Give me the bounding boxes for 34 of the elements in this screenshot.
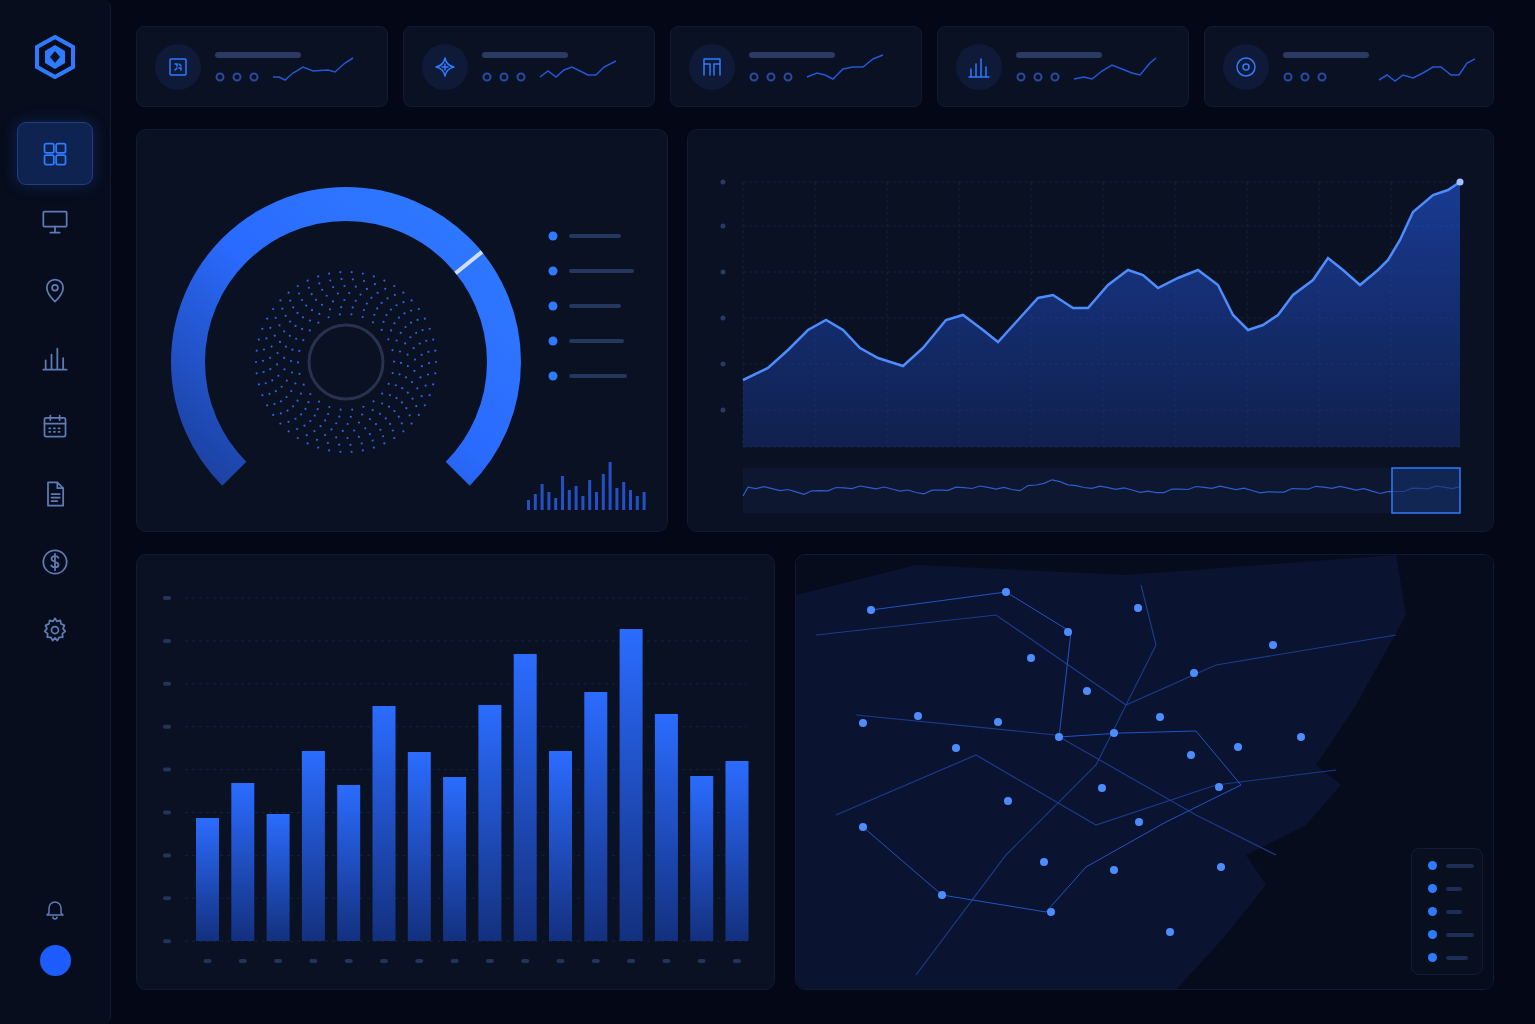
text-placeholder — [569, 269, 634, 273]
legend-dot — [548, 371, 558, 381]
legend-dot — [1428, 884, 1437, 893]
legend-dot — [548, 266, 558, 276]
text-placeholder — [569, 339, 624, 343]
legend-dot — [1428, 953, 1437, 962]
indicator-dots-icon — [481, 71, 526, 82]
legend-dot — [548, 301, 558, 311]
text-placeholder — [1446, 955, 1468, 960]
legend-dot — [1428, 907, 1437, 916]
legend-dot — [1428, 930, 1437, 939]
indicator-dots-icon — [748, 71, 793, 82]
text-placeholder — [1446, 886, 1462, 891]
legend-dot — [1428, 861, 1437, 870]
sparkle-icon — [432, 54, 457, 79]
indicator-dots-icon — [215, 71, 259, 82]
nav-item[interactable] — [17, 122, 93, 185]
settings-icon — [41, 615, 69, 644]
text-placeholder — [569, 234, 621, 238]
target-icon — [1233, 54, 1258, 79]
indicator-dots-icon — [1282, 71, 1327, 82]
selection-window[interactable] — [1391, 467, 1461, 514]
text-placeholder — [1446, 863, 1474, 868]
dollar-icon — [41, 547, 69, 576]
range-selector[interactable] — [742, 468, 1461, 513]
avatar[interactable] — [39, 945, 71, 976]
text-placeholder — [569, 304, 621, 308]
text-placeholder — [569, 374, 627, 378]
text-placeholder — [1446, 932, 1474, 937]
logo-icon — [35, 35, 75, 79]
legend-dot — [548, 231, 558, 241]
legend-dot — [548, 336, 558, 346]
text-placeholder — [1446, 909, 1462, 914]
indicator-dots-icon — [1015, 71, 1060, 82]
